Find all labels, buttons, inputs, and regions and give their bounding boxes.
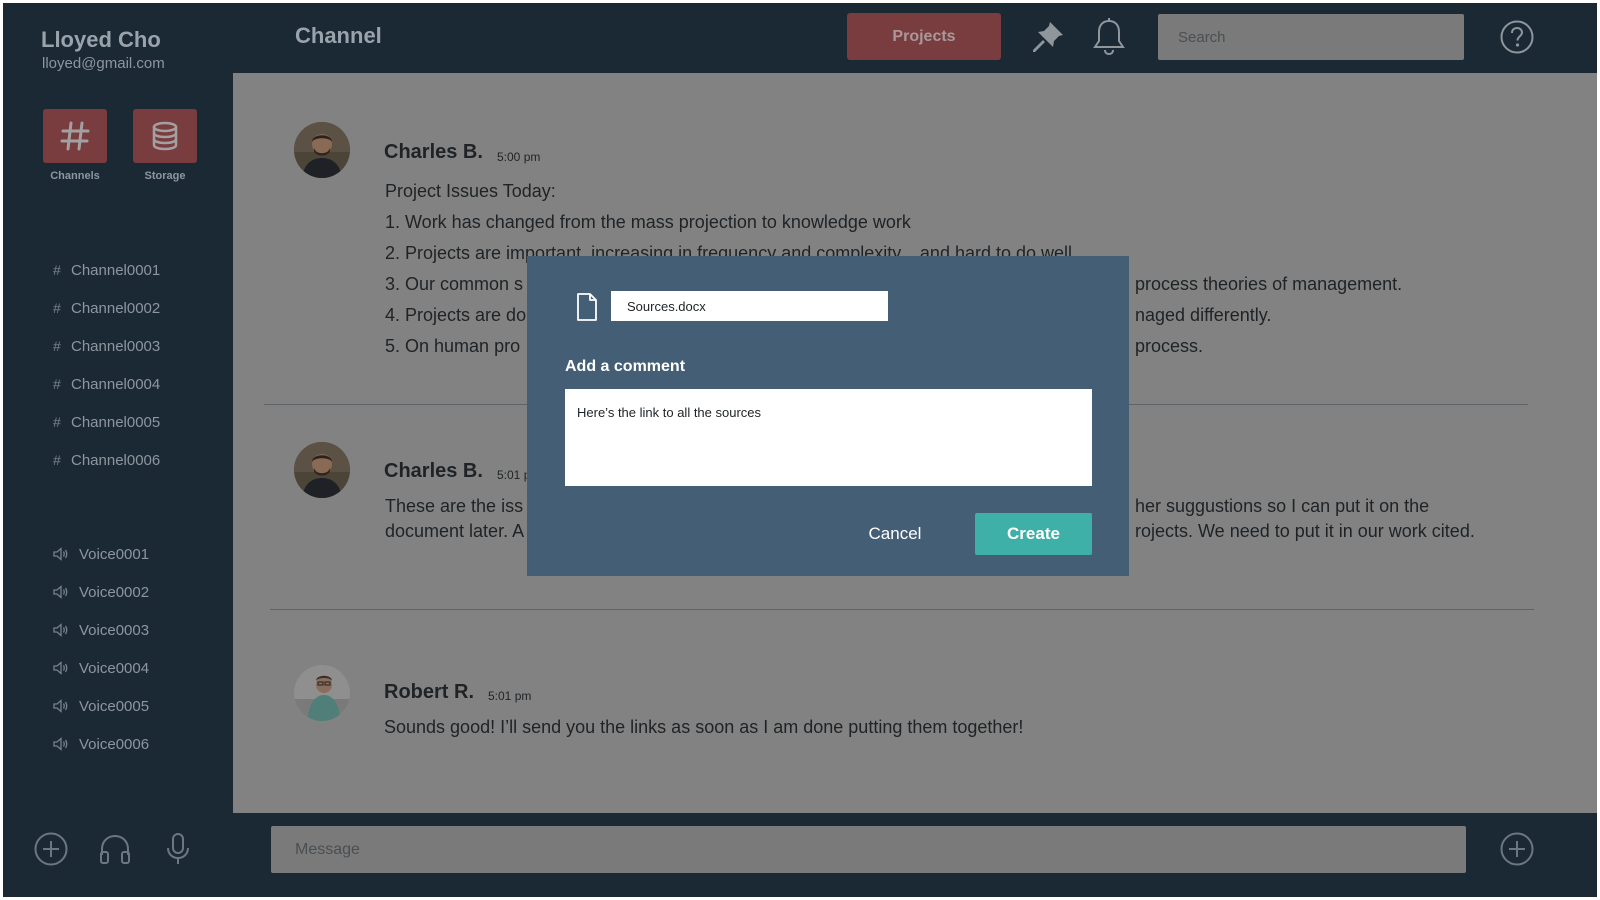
channel-label: Channel0002 (71, 299, 161, 317)
message-line: Sounds good! I’ll send you the links as … (384, 717, 1024, 737)
app-window: Lloyed Cho lloyed@gmail.com Channels Sto… (3, 3, 1597, 897)
channel-label: Channel0001 (71, 261, 161, 279)
plus-circle-icon (34, 832, 68, 866)
voice-list: Voice0001 Voice0002 Voice0003 Voice0004 … (53, 535, 149, 763)
microphone-icon (167, 833, 189, 864)
hash-icon: # (53, 414, 61, 430)
channel-label: Channel0003 (71, 337, 161, 355)
cancel-button[interactable]: Cancel (857, 513, 933, 555)
message-timestamp: 5:01 p (497, 468, 531, 482)
headphones-button[interactable] (95, 829, 135, 869)
sidebar-item-channel[interactable]: # Channel0006 (53, 441, 160, 479)
user-name: Lloyed Cho (41, 27, 161, 52)
voice-label: Voice0001 (79, 545, 150, 563)
message-divider (270, 609, 1534, 610)
message-line: These are the iss (385, 496, 524, 516)
speaker-icon (53, 585, 79, 599)
hash-icon (60, 121, 90, 151)
sidebar-item-voice[interactable]: Voice0005 (53, 687, 149, 725)
storage-tile-label: Storage (144, 170, 186, 182)
message-bar: Message (233, 813, 1597, 897)
add-server-button[interactable] (31, 829, 71, 869)
message-line: rojects. We need to put it in our work c… (1135, 521, 1475, 541)
voice-label: Voice0006 (79, 735, 150, 753)
message-line: document later. A (385, 521, 525, 541)
file-icon (577, 293, 597, 321)
sidebar-item-voice[interactable]: Voice0004 (53, 649, 149, 687)
search-input[interactable]: Search (1158, 14, 1464, 60)
speaker-icon (53, 699, 79, 713)
message-timestamp: 5:01 pm (488, 689, 532, 703)
storage-tile-button[interactable] (133, 109, 197, 163)
sidebar-item-voice[interactable]: Voice0003 (53, 611, 149, 649)
avatar[interactable] (294, 442, 350, 498)
sidebar-item-voice[interactable]: Voice0006 (53, 725, 149, 763)
message-author: Charles B. (384, 460, 483, 482)
speaker-icon (53, 623, 79, 637)
message-line: process. (1135, 336, 1204, 356)
voice-label: Voice0005 (79, 697, 150, 715)
voice-label: Voice0003 (79, 621, 150, 639)
hash-icon: # (53, 262, 61, 278)
sidebar-item-channel[interactable]: # Channel0002 (53, 289, 160, 327)
message-author: Robert R. (384, 681, 474, 703)
message-line: 5. On human pro (385, 336, 521, 356)
user-email: lloyed@gmail.com (42, 55, 165, 72)
message-input[interactable]: Message (271, 826, 1466, 873)
top-header: Channel Projects Search (233, 3, 1597, 73)
sidebar-item-channel[interactable]: # Channel0001 (53, 251, 160, 289)
create-button[interactable]: Create (975, 513, 1092, 555)
avatar[interactable] (294, 122, 350, 178)
channel-label: Channel0005 (71, 413, 161, 431)
comment-label: Add a comment (565, 358, 686, 375)
message-line: her suggustions so I can put it on the (1135, 496, 1430, 516)
pin-icon[interactable] (1030, 19, 1066, 55)
sidebar: Lloyed Cho lloyed@gmail.com Channels Sto… (3, 3, 233, 897)
attach-file-dialog: Sources.docx Add a comment Here’s the li… (527, 256, 1129, 576)
channel-label: Channel0006 (71, 451, 161, 469)
sidebar-item-voice[interactable]: Voice0001 (53, 535, 149, 573)
database-icon (152, 121, 178, 151)
microphone-button[interactable] (158, 829, 198, 869)
file-name-field[interactable]: Sources.docx (611, 291, 888, 321)
headphones-icon (100, 834, 130, 864)
message-line: 4. Projects are do (385, 305, 527, 325)
projects-button[interactable]: Projects (847, 13, 1001, 60)
comment-textarea[interactable]: Here’s the link to all the sources (565, 389, 1092, 486)
message-line: Project Issues Today: (385, 181, 556, 201)
message-line: 1. Work has changed from the mass projec… (385, 212, 911, 232)
speaker-icon (53, 661, 79, 675)
speaker-icon (53, 737, 79, 751)
hash-icon: # (53, 452, 61, 468)
voice-label: Voice0002 (79, 583, 150, 601)
sidebar-item-channel[interactable]: # Channel0005 (53, 403, 160, 441)
voice-label: Voice0004 (79, 659, 150, 677)
help-icon[interactable] (1499, 19, 1535, 55)
hash-icon: # (53, 338, 61, 354)
channel-list: # Channel0001 # Channel0002 # Channel0003 #… (53, 251, 160, 479)
channels-tile-label: Channels (50, 170, 100, 182)
message-author: Charles B. (384, 141, 483, 163)
message-line: process theories of management. (1135, 274, 1403, 294)
channels-tile-button[interactable] (43, 109, 107, 163)
sidebar-item-channel[interactable]: # Channel0004 (53, 365, 160, 403)
message-line: 3. Our common s (385, 274, 524, 294)
avatar[interactable] (294, 665, 350, 721)
sidebar-item-voice[interactable]: Voice0002 (53, 573, 149, 611)
page-title: Channel (295, 23, 382, 48)
sidebar-bottom-controls (3, 823, 233, 883)
message-timestamp: 5:00 pm (497, 150, 541, 164)
bell-icon[interactable] (1091, 17, 1127, 57)
channel-label: Channel0004 (71, 375, 161, 393)
hash-icon: # (53, 376, 61, 392)
hash-icon: # (53, 300, 61, 316)
sidebar-item-channel[interactable]: # Channel0003 (53, 327, 160, 365)
add-attachment-icon[interactable] (1499, 831, 1535, 867)
speaker-icon (53, 547, 79, 561)
message-line: naged differently. (1135, 305, 1272, 325)
